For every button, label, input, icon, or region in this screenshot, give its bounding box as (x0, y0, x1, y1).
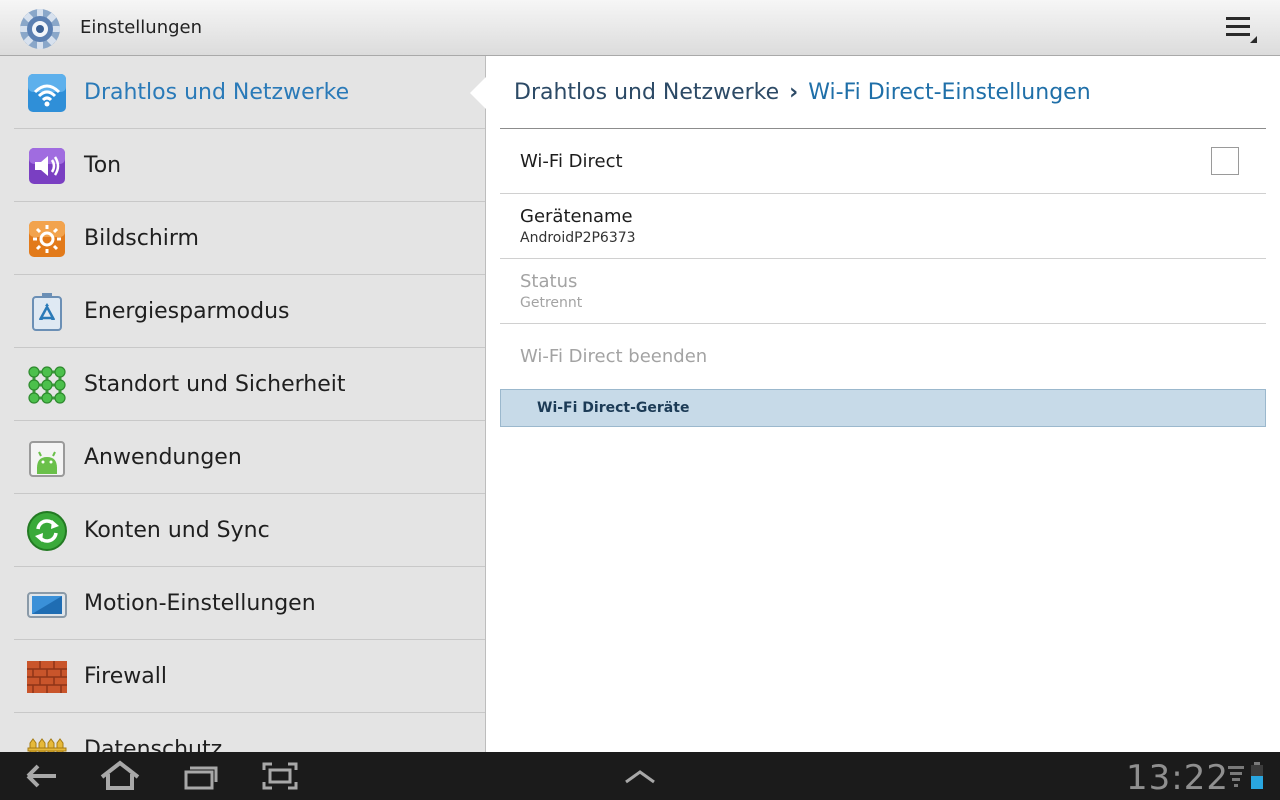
category-label: Motion-Einstellungen (84, 591, 316, 616)
device-name-title: Gerätename (520, 206, 633, 227)
menu-icon[interactable] (1224, 14, 1258, 44)
category-item-display[interactable]: Bildschirm (0, 202, 485, 275)
fence-icon (27, 738, 67, 752)
wifi-direct-checkbox[interactable] (1211, 147, 1239, 175)
status-value: Getrennt (520, 295, 583, 311)
status-row: Status Getrennt (500, 259, 1266, 324)
category-item-sound[interactable]: Ton (0, 129, 485, 202)
category-label: Standort und Sicherheit (84, 372, 346, 397)
category-item-location-security[interactable]: Standort und Sicherheit (0, 348, 485, 421)
action-bar: Einstellungen (0, 0, 1280, 56)
wifi-direct-toggle-row[interactable]: Wi-Fi Direct (500, 129, 1266, 194)
recent-apps-icon[interactable] (176, 760, 224, 792)
end-wifi-direct-title: Wi-Fi Direct beenden (520, 346, 708, 367)
category-label: Anwendungen (84, 445, 242, 470)
device-name-value: AndroidP2P6373 (520, 230, 636, 246)
category-label: Ton (84, 153, 122, 178)
clock: 13:22 (1126, 758, 1229, 798)
brick-wall-icon (27, 661, 67, 693)
wifi-signal-icon (1228, 766, 1244, 787)
tablet-motion-icon (27, 592, 67, 618)
category-label: Konten und Sync (84, 518, 270, 543)
category-label: Energiesparmodus (84, 299, 290, 324)
breadcrumb-separator: › (789, 80, 799, 105)
screenshot-icon[interactable] (256, 760, 304, 792)
battery-recycle-icon (32, 293, 62, 331)
end-wifi-direct-row: Wi-Fi Direct beenden (500, 324, 1266, 386)
category-item-accounts-sync[interactable]: Konten und Sync (0, 494, 485, 567)
category-item-privacy[interactable]: Datenschutz (0, 713, 485, 752)
category-item-power-saving[interactable]: Energiesparmodus (0, 275, 485, 348)
system-bar: 13:22 (0, 752, 1280, 800)
wifi-icon (28, 74, 66, 112)
speaker-icon (29, 148, 65, 184)
category-label: Drahtlos und Netzwerke (84, 80, 350, 105)
wifi-direct-devices-label: Wi-Fi Direct-Geräte (537, 400, 690, 416)
category-label: Datenschutz (84, 737, 223, 752)
wifi-direct-devices-header: Wi-Fi Direct-Geräte (500, 389, 1266, 427)
android-app-icon (29, 441, 65, 477)
status-title: Status (520, 271, 578, 292)
category-item-firewall[interactable]: Firewall (0, 640, 485, 713)
location-grid-icon (28, 366, 66, 404)
settings-categories-list: Drahtlos und Netzwerke Ton Bildschirm En… (0, 56, 486, 752)
category-label: Bildschirm (84, 226, 199, 251)
category-item-applications[interactable]: Anwendungen (0, 421, 485, 494)
category-item-wireless-networks[interactable]: Drahtlos und Netzwerke (0, 56, 485, 129)
device-name-row[interactable]: Gerätename AndroidP2P6373 (500, 194, 1266, 259)
wifi-direct-settings-pane: Drahtlos und Netzwerke › Wi-Fi Direct-Eins… (486, 56, 1280, 752)
breadcrumb: Drahtlos und Netzwerke › Wi-Fi Direct-Eins… (514, 80, 1091, 105)
sync-icon (27, 511, 67, 551)
app-title: Einstellungen (80, 17, 203, 38)
battery-icon (1251, 762, 1263, 789)
breadcrumb-parent[interactable]: Drahtlos und Netzwerke (514, 80, 779, 105)
breadcrumb-current: Wi-Fi Direct-Einstellungen (808, 80, 1091, 105)
chevron-up-icon[interactable] (616, 760, 664, 792)
home-icon[interactable] (96, 760, 144, 792)
back-icon[interactable] (16, 760, 64, 792)
selection-pointer (470, 76, 487, 110)
category-label: Firewall (84, 664, 167, 689)
category-item-motion-settings[interactable]: Motion-Einstellungen (0, 567, 485, 640)
brightness-icon (29, 221, 65, 257)
settings-gear-icon[interactable] (18, 7, 62, 51)
wifi-direct-title: Wi-Fi Direct (520, 151, 623, 172)
